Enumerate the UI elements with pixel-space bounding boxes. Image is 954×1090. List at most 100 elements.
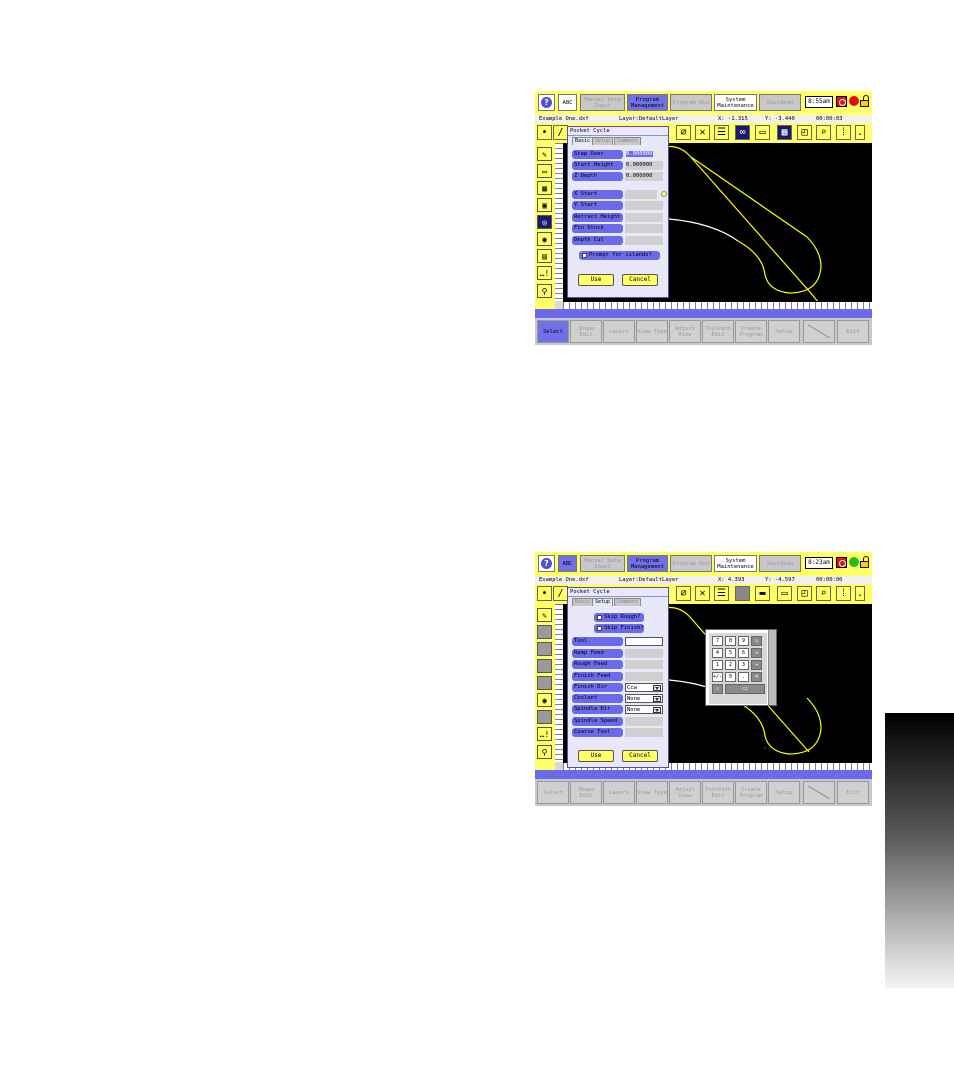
- key-6[interactable]: 6: [738, 648, 749, 658]
- program-run-button[interactable]: Program Run: [670, 555, 712, 572]
- grid-select-icon[interactable]: ▭: [777, 586, 792, 601]
- arrow-icon[interactable]: ➜: [751, 660, 762, 670]
- magnifier-icon[interactable]: ⌕: [816, 586, 831, 601]
- clear-icon[interactable]: ▫: [712, 684, 723, 694]
- magnifier-icon[interactable]: ⌕: [816, 125, 831, 140]
- backspace-icon[interactable]: ⌫: [751, 672, 762, 682]
- softkey-select[interactable]: Select: [537, 781, 569, 804]
- stack-icon[interactable]: ▭: [537, 164, 552, 178]
- tab-basic[interactable]: Basic: [572, 137, 594, 145]
- point-tool-icon[interactable]: •: [537, 125, 552, 140]
- point-tool-icon[interactable]: •: [537, 586, 552, 601]
- softkey-adjust-view[interactable]: Adjust View: [669, 320, 701, 343]
- abc-button[interactable]: ABC: [558, 94, 577, 111]
- wrench-icon[interactable]: ✎: [537, 608, 552, 622]
- retract-height-input[interactable]: [625, 213, 663, 222]
- softkey-layers[interactable]: Layers: [603, 781, 635, 804]
- calculator-icon[interactable]: [537, 710, 552, 724]
- softkey-blank[interactable]: [803, 320, 835, 343]
- chain-link-icon[interactable]: [735, 586, 750, 601]
- key-0[interactable]: 0: [725, 672, 736, 682]
- table-icon[interactable]: ▦: [537, 181, 552, 195]
- tab-icon[interactable]: ⇥: [751, 648, 762, 658]
- fin-stock-input[interactable]: [625, 224, 663, 233]
- key-9[interactable]: 9: [738, 636, 749, 646]
- delete-x-icon[interactable]: ✕: [695, 125, 710, 140]
- abc-button[interactable]: ABC: [558, 555, 577, 572]
- softkey-layers[interactable]: Layers: [603, 320, 635, 343]
- rough-feed-input[interactable]: [625, 660, 663, 669]
- circle-slash-icon[interactable]: ∅: [676, 586, 691, 601]
- delete-x-icon[interactable]: ✕: [695, 586, 710, 601]
- spindle-dir-select[interactable]: None: [625, 705, 663, 714]
- dot-grid-icon[interactable]: ⁞: [836, 125, 851, 140]
- key-decimal[interactable]: .: [738, 672, 749, 682]
- y-start-input[interactable]: [625, 201, 663, 210]
- help-button[interactable]: ?: [538, 94, 555, 111]
- key-plus-minus[interactable]: +/-: [712, 672, 723, 682]
- use-button[interactable]: Use: [578, 274, 614, 286]
- softkey-view-type[interactable]: View Type: [636, 781, 668, 804]
- folder-icon[interactable]: ▬: [755, 586, 770, 601]
- softkey-view-type[interactable]: View Type: [636, 320, 668, 343]
- finish-feed-input[interactable]: [625, 672, 663, 681]
- skip-finish-checkbox[interactable]: Skip Finish?: [594, 624, 644, 633]
- softkey-shape-edit[interactable]: Shape Edit: [570, 320, 602, 343]
- shutdown-button[interactable]: Shutdown: [759, 94, 801, 111]
- softkey-create-program[interactable]: Create Program: [735, 781, 767, 804]
- window-icon[interactable]: [537, 659, 552, 673]
- finish-dir-select[interactable]: Ccw: [625, 683, 663, 692]
- step-over-input[interactable]: 0.000000: [625, 150, 663, 159]
- more-icon[interactable]: …!: [537, 727, 552, 741]
- cog-icon[interactable]: ◉: [537, 232, 552, 246]
- more-tools-icon[interactable]: .: [855, 125, 865, 140]
- softkey-exit[interactable]: Exit: [837, 320, 869, 343]
- unlock-icon[interactable]: [860, 556, 870, 568]
- line-tool-icon[interactable]: /: [553, 125, 568, 140]
- window-icon[interactable]: ▣: [537, 198, 552, 212]
- tab-comment[interactable]: Comment: [614, 137, 642, 145]
- manual-data-input-button[interactable]: Manual Data Input: [580, 555, 625, 572]
- start-height-input[interactable]: 0.000000: [625, 161, 663, 170]
- softkey-shape-edit[interactable]: Shape Edit: [570, 781, 602, 804]
- circle-slash-icon[interactable]: ∅: [676, 125, 691, 140]
- softkey-toolpath-edit[interactable]: ToolPath Edit: [702, 320, 734, 343]
- program-run-button[interactable]: Program Run: [670, 94, 712, 111]
- softkey-select[interactable]: Select: [537, 320, 569, 343]
- key-7[interactable]: 7: [712, 636, 723, 646]
- emergency-stop-icon[interactable]: [836, 96, 847, 107]
- softkey-setup[interactable]: Setup: [768, 781, 800, 804]
- unlock-icon[interactable]: [860, 95, 870, 107]
- cancel-button[interactable]: Cancel: [622, 274, 658, 286]
- cancel-button[interactable]: Cancel: [622, 750, 658, 762]
- key-1[interactable]: 1: [712, 660, 723, 670]
- dot-grid-icon[interactable]: ⁞: [836, 586, 851, 601]
- softkey-exit[interactable]: Exit: [837, 781, 869, 804]
- folder-icon[interactable]: ▭: [755, 125, 770, 140]
- window-zoom-icon[interactable]: ◰: [797, 586, 812, 601]
- drill-icon[interactable]: ⚲: [537, 284, 552, 298]
- program-management-button[interactable]: Program Management: [627, 555, 668, 572]
- line-tool-icon[interactable]: /: [553, 586, 568, 601]
- tab-basic[interactable]: Basic: [572, 598, 594, 606]
- table-icon[interactable]: [537, 642, 552, 656]
- z-depth-input[interactable]: 0.000000: [625, 172, 663, 181]
- help-button[interactable]: ?: [538, 555, 555, 572]
- enter-arrow-icon[interactable]: ⇨: [725, 684, 765, 694]
- list-icon[interactable]: ☰: [714, 125, 729, 140]
- list-icon[interactable]: ☰: [714, 586, 729, 601]
- pick-point-icon[interactable]: [661, 191, 667, 197]
- tab-setup[interactable]: Setup: [592, 137, 614, 145]
- key-5[interactable]: 5: [725, 648, 736, 658]
- pocket-cycle-icon[interactable]: ◎: [537, 215, 552, 229]
- window-zoom-icon[interactable]: ◰: [797, 125, 812, 140]
- softkey-blank[interactable]: [803, 781, 835, 804]
- ramp-feed-input[interactable]: [625, 649, 663, 658]
- system-maintenance-button[interactable]: System Maintenance: [714, 94, 757, 111]
- shutdown-button[interactable]: Shutdown: [759, 555, 801, 572]
- coarse-tool-input[interactable]: [625, 728, 663, 737]
- key-3[interactable]: 3: [738, 660, 749, 670]
- softkey-create-program[interactable]: Create Program: [735, 320, 767, 343]
- key-4[interactable]: 4: [712, 648, 723, 658]
- emergency-stop-icon[interactable]: [836, 557, 847, 568]
